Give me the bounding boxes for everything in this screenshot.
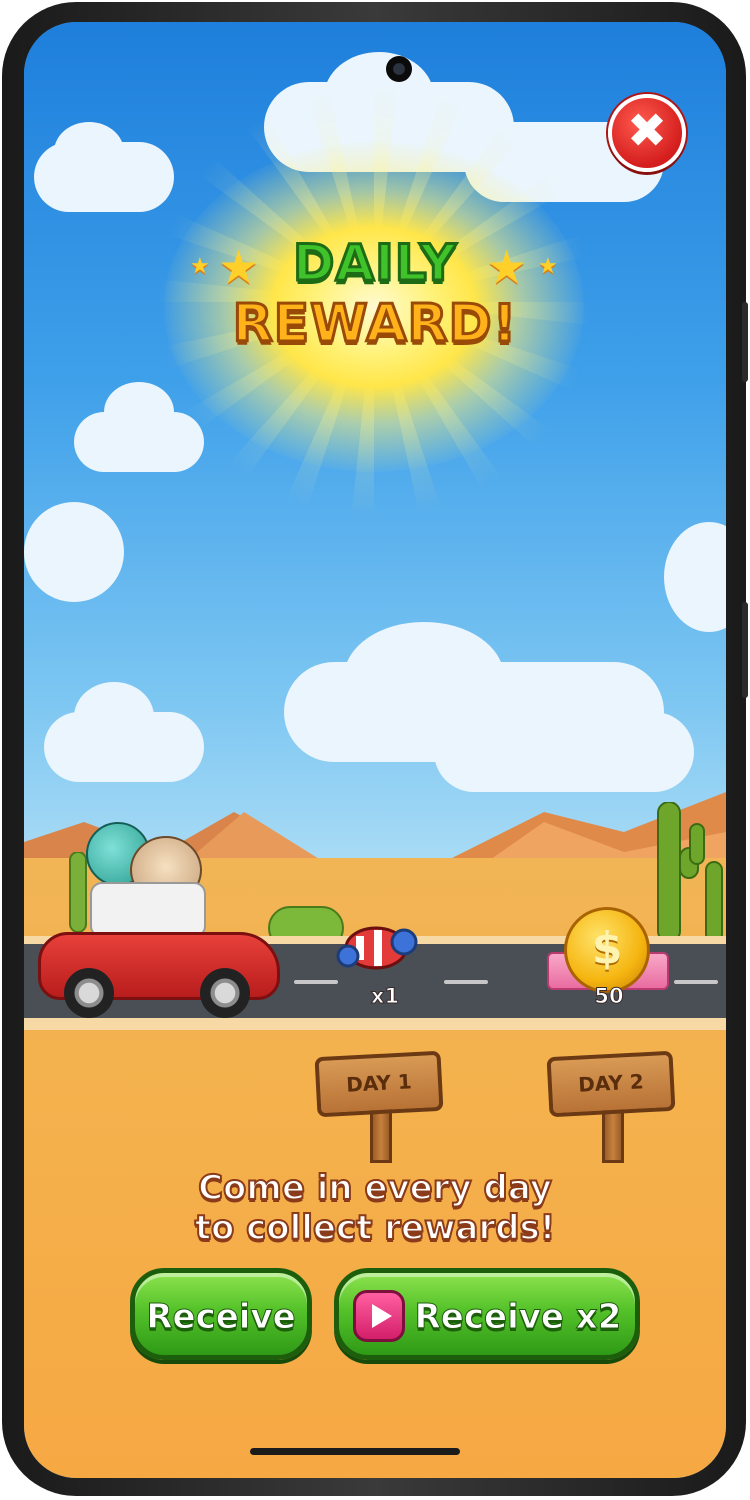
cloud — [54, 122, 124, 182]
title-daily: DAILY — [291, 233, 458, 294]
reward-quantity: 50 — [594, 984, 624, 1009]
day-2-sign: DAY 2 — [546, 1050, 676, 1118]
cloud — [74, 682, 154, 752]
message-line-2: to collect rewards! — [194, 1207, 557, 1249]
car-wheel — [64, 968, 114, 1018]
message-line-1: Come in every day — [197, 1167, 553, 1209]
volume-button — [742, 302, 748, 382]
cactus — [657, 802, 723, 943]
title-reward: REWARD! — [231, 293, 518, 356]
receive-x2-button-label: Receive x2 — [414, 1297, 622, 1338]
road-edge — [24, 1018, 726, 1030]
cloud — [104, 382, 174, 442]
car-wheel — [200, 968, 250, 1018]
cloud — [434, 712, 694, 792]
receive-button-label: Receive — [146, 1297, 296, 1338]
red-car — [38, 822, 280, 1018]
day-1-sign: DAY 1 — [314, 1050, 444, 1118]
front-camera — [386, 56, 412, 82]
receive-button[interactable]: Receive — [130, 1268, 312, 1360]
play-video-icon — [352, 1289, 405, 1342]
cloud — [24, 502, 124, 602]
road-marking — [444, 980, 488, 984]
home-indicator[interactable] — [250, 1448, 460, 1455]
reward-quantity: x1 — [370, 984, 400, 1009]
power-button — [742, 602, 748, 698]
gold-coin-icon: $ — [564, 907, 650, 993]
road-marking — [674, 980, 718, 984]
road-marking — [294, 980, 338, 984]
close-button[interactable]: ✖ — [608, 94, 686, 172]
game-screen: ★ ★ ★ ★ DAILY REWARD! ✖ x1 $ 50 DAY 1 DA… — [24, 22, 726, 1478]
rocket-booster-icon — [336, 926, 418, 970]
car-seat — [90, 882, 206, 938]
receive-x2-button[interactable]: Receive x2 — [334, 1268, 640, 1360]
